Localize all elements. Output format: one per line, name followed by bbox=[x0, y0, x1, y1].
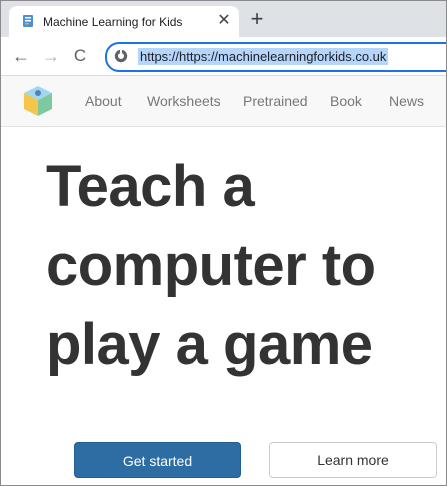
ml-cube-logo[interactable] bbox=[21, 84, 55, 118]
nav-link-news[interactable]: News bbox=[389, 93, 424, 109]
nav-link-worksheets[interactable]: Worksheets bbox=[147, 93, 221, 109]
document-icon bbox=[23, 15, 33, 27]
browser-tab[interactable]: Machine Learning for Kids ✕ bbox=[9, 6, 239, 37]
close-icon[interactable]: ✕ bbox=[215, 12, 233, 30]
reload-icon[interactable]: C bbox=[70, 46, 90, 66]
get-started-button[interactable]: Get started bbox=[74, 442, 241, 478]
back-arrow-icon[interactable]: ← bbox=[11, 46, 31, 66]
forward-arrow-icon[interactable]: → bbox=[41, 46, 61, 66]
hero-line: Teach a bbox=[46, 154, 255, 219]
hero-line: play a game bbox=[46, 312, 373, 377]
browser-window: Machine Learning for Kids ✕ + ← → C http… bbox=[0, 0, 447, 486]
site-info-icon[interactable] bbox=[114, 49, 128, 63]
nav-link-book[interactable]: Book bbox=[330, 93, 362, 109]
nav-link-pretrained[interactable]: Pretrained bbox=[243, 93, 308, 109]
tab-strip: Machine Learning for Kids ✕ + bbox=[1, 1, 446, 37]
hero-heading: Teach a computer to play a game bbox=[46, 147, 446, 384]
browser-toolbar: ← → C https://https://machinelearningfor… bbox=[1, 37, 446, 76]
url-text[interactable]: https://https://machinelearningforkids.c… bbox=[138, 48, 389, 65]
learn-more-button[interactable]: Learn more bbox=[269, 442, 437, 478]
address-bar[interactable]: https://https://machinelearningforkids.c… bbox=[105, 42, 446, 72]
tab-title: Machine Learning for Kids bbox=[43, 15, 183, 29]
site-navbar: About Worksheets Pretrained Book News bbox=[1, 76, 446, 127]
nav-link-about[interactable]: About bbox=[85, 93, 122, 109]
hero-line: computer to bbox=[46, 233, 376, 298]
new-tab-icon[interactable]: + bbox=[246, 8, 268, 30]
